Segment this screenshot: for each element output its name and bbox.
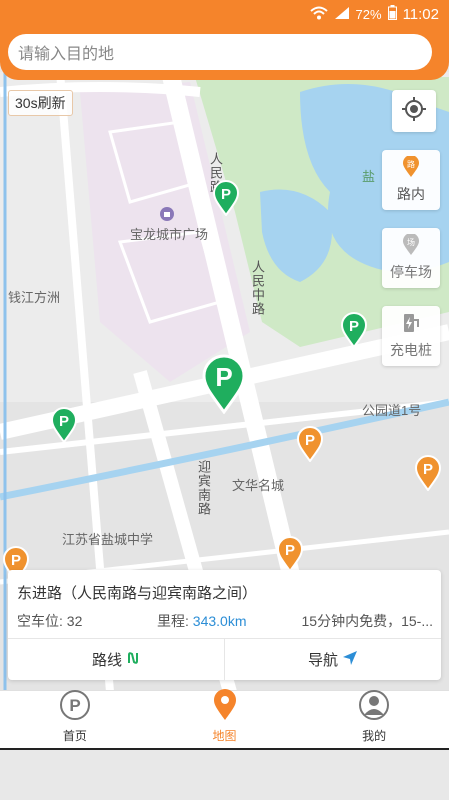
free-time-text: 15分钟内免费，15-...: [301, 613, 433, 629]
route-label: 路线: [91, 652, 122, 669]
tab-map-label: 地图: [212, 729, 237, 743]
navigate-button[interactable]: 导航: [224, 639, 441, 680]
map-label-gongyuan: 公园道1号: [362, 403, 422, 418]
parking-details-row: 空车位: 32 里程: 343.0km 15分钟内免费，15-...: [17, 611, 433, 631]
svg-text:路: 路: [407, 159, 415, 169]
bottom-strip: [0, 748, 449, 800]
map-label-baolong: 宝龙城市广场: [130, 227, 209, 242]
parking-name: 东进路（人民南路与迎宾南路之间）: [17, 585, 258, 602]
filter-parking-button[interactable]: 场 停车场: [382, 228, 440, 288]
tab-mine[interactable]: 我的: [299, 689, 449, 748]
distance-label: 里程:: [157, 613, 189, 629]
app-screen: 72% 11:02 人民路 人民中路 宝龙城市广场 钱江方洲 公园道1号 迎宾南…: [0, 0, 449, 800]
filter-charging-label: 充电桩: [390, 342, 432, 358]
svg-text:场: 场: [407, 238, 415, 247]
svg-text:P: P: [423, 461, 433, 478]
tab-home[interactable]: P 首页: [0, 689, 150, 748]
tab-bar: P 首页 地图 我的: [0, 689, 449, 748]
tab-map[interactable]: 地图: [150, 689, 300, 748]
spaces-group: 空车位: 32: [17, 611, 157, 631]
parking-lot-icon: 场: [402, 233, 420, 259]
search-placeholder: 请输入目的地: [18, 46, 115, 63]
clock: 11:02: [402, 5, 439, 23]
navigate-label: 导航: [307, 652, 338, 669]
filter-charging-button[interactable]: 充电桩: [382, 306, 440, 366]
svg-text:P: P: [59, 413, 69, 430]
svg-text:P: P: [69, 696, 80, 715]
spaces-label: 空车位:: [17, 613, 63, 629]
map-label-renmin-middle-road: 人民中路: [250, 260, 265, 316]
locate-icon: [401, 96, 427, 127]
status-bar: 72% 11:02: [0, 0, 449, 28]
user-avatar-icon: [358, 689, 390, 724]
parking-info-card[interactable]: 东进路（人民南路与迎宾南路之间） 空车位: 32 里程: 343.0km 15分…: [8, 570, 441, 680]
map-label-yingbin: 迎宾南路: [196, 460, 211, 516]
card-actions: 路线 导航: [8, 638, 441, 680]
map-label-school: 江苏省盐城中学: [62, 532, 154, 547]
distance-group: 里程: 343.0km: [157, 611, 297, 631]
parking-p-icon: P: [59, 689, 91, 724]
spaces-value: 32: [66, 613, 83, 629]
distance-value: 343.0km: [192, 613, 247, 629]
navigate-arrow-icon: [342, 650, 358, 670]
route-button[interactable]: 路线: [8, 639, 224, 680]
charging-pile-icon: [402, 312, 420, 337]
map-label-yan: 盐: [362, 169, 376, 184]
search-input[interactable]: 请输入目的地: [8, 34, 432, 70]
wifi-icon: [309, 6, 328, 23]
svg-text:P: P: [215, 362, 232, 392]
header-bar: 请输入目的地: [0, 28, 449, 80]
road-parking-icon: 路: [402, 155, 420, 181]
battery-percent: 72%: [355, 6, 382, 22]
signal-icon: [334, 6, 350, 23]
filter-road-label: 路内: [397, 186, 425, 202]
tab-mine-label: 我的: [362, 729, 387, 743]
filter-road-button[interactable]: 路 路内: [382, 150, 440, 210]
map-pin-icon: [212, 689, 238, 724]
svg-text:P: P: [221, 186, 231, 203]
map-label-qianjiang: 钱江方洲: [8, 290, 61, 305]
svg-text:P: P: [305, 432, 315, 449]
route-icon: [126, 651, 140, 669]
filter-parking-label: 停车场: [390, 264, 432, 280]
tab-home-label: 首页: [62, 729, 87, 743]
svg-text:P: P: [285, 542, 295, 559]
locate-button[interactable]: [392, 90, 436, 132]
battery-icon: [387, 5, 397, 23]
svg-text:P: P: [11, 552, 21, 569]
map-label-wenhua: 文华名城: [232, 478, 285, 493]
svg-text:P: P: [349, 318, 359, 335]
refresh-button[interactable]: 30s刷新: [8, 90, 73, 116]
